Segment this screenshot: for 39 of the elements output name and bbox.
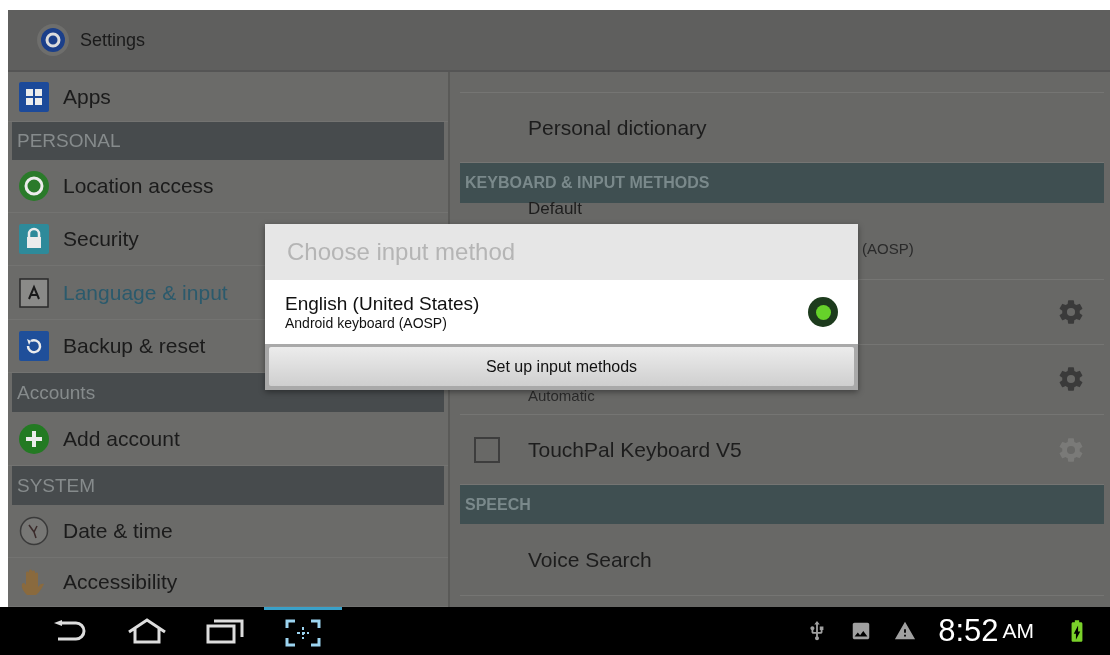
apps-grid-icon (19, 81, 49, 112)
setting-title: Voice Search (528, 547, 652, 572)
sidebar-item-label: Date & time (63, 519, 173, 543)
setting-subtitle: (AOSP) (862, 240, 914, 257)
setting-subtitle: Automatic (528, 387, 595, 404)
setting-title: Personal dictionary (528, 115, 707, 140)
section-header: SPEECH (460, 485, 1104, 524)
add-icon (19, 423, 49, 454)
location-icon (19, 171, 49, 201)
clock-period: AM (1002, 619, 1034, 643)
radio-button[interactable] (808, 297, 838, 327)
section-header: KEYBOARD & INPUT METHODS (460, 163, 1104, 203)
settings-icon (36, 23, 70, 57)
screenshot-icon[interactable] (285, 618, 321, 647)
checkbox[interactable] (474, 436, 500, 463)
keyboard-key-icon (19, 277, 49, 308)
sidebar-item-label: Language & input (63, 280, 228, 305)
input-method-option[interactable]: English (United States) Android keyboard (AOSP) (265, 280, 858, 344)
sidebar-item-label: Accessibility (63, 570, 178, 594)
lock-icon (19, 224, 49, 254)
section-header: SYSTEM (12, 466, 444, 505)
app-title: Settings (80, 29, 146, 51)
setting-title: TouchPal Keyboard V5 (528, 437, 742, 462)
sidebar-item-label: Security (63, 227, 139, 251)
recent-apps-icon[interactable] (206, 618, 244, 644)
backup-icon (19, 331, 49, 361)
clock-icon (19, 516, 49, 546)
sidebar-item-label: Location access (63, 174, 214, 198)
clock-time: 8:52 (938, 613, 999, 649)
sidebar-item-label: Apps (63, 84, 111, 109)
home-icon[interactable] (126, 618, 168, 644)
sidebar-item[interactable]: Location access (8, 160, 448, 213)
warning-icon (894, 620, 917, 642)
sidebar-item[interactable]: Date & time (8, 505, 448, 558)
back-icon[interactable] (52, 620, 86, 642)
setup-button[interactable]: Set up input methods (269, 347, 854, 386)
sidebar-item-label: Add account (63, 426, 180, 451)
sidebar-item-label: Backup & reset (63, 334, 206, 358)
section-header: PERSONAL (12, 122, 444, 160)
